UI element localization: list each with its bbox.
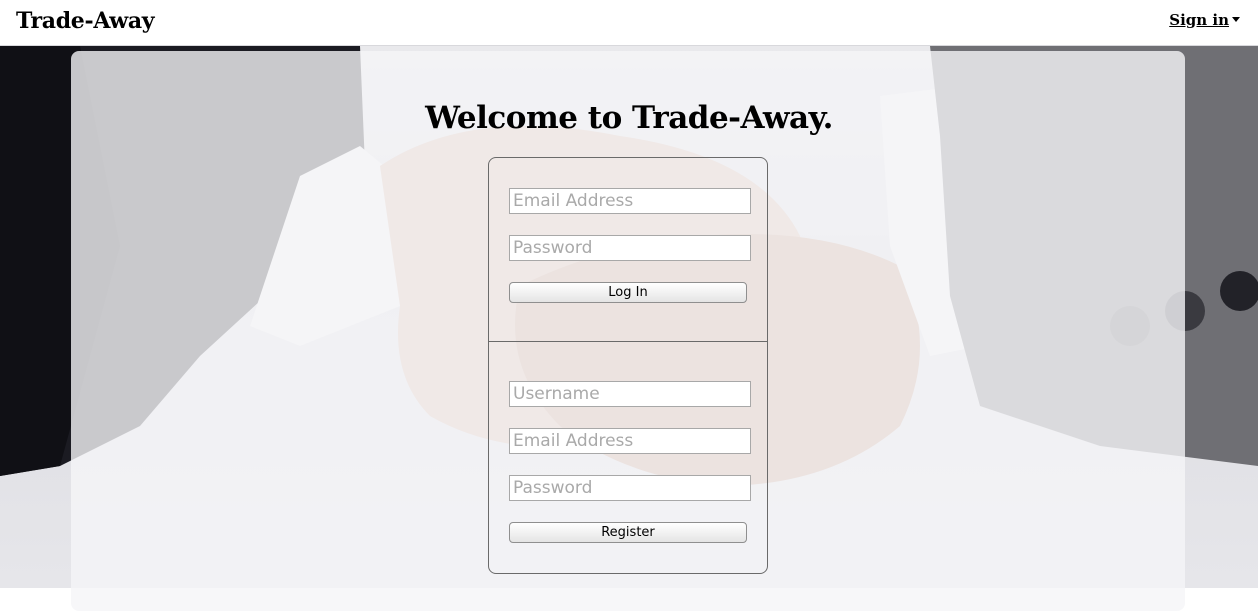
form-divider	[489, 341, 767, 342]
login-email-input[interactable]	[509, 188, 751, 214]
login-button[interactable]: Log In	[509, 282, 747, 303]
welcome-heading: Welcome to Trade-Away.	[425, 100, 833, 136]
sign-in-label: Sign in	[1169, 11, 1229, 29]
chevron-down-icon	[1232, 17, 1240, 22]
auth-form-box: Log In Register	[488, 157, 768, 574]
register-email-input[interactable]	[509, 428, 751, 454]
login-password-input[interactable]	[509, 235, 751, 261]
register-username-input[interactable]	[509, 381, 751, 407]
top-navbar: Trade-Away Sign in	[0, 0, 1258, 46]
sign-in-dropdown[interactable]: Sign in	[1169, 11, 1240, 29]
register-password-input[interactable]	[509, 475, 751, 501]
brand-logo[interactable]: Trade-Away	[16, 8, 155, 34]
register-button[interactable]: Register	[509, 522, 747, 543]
